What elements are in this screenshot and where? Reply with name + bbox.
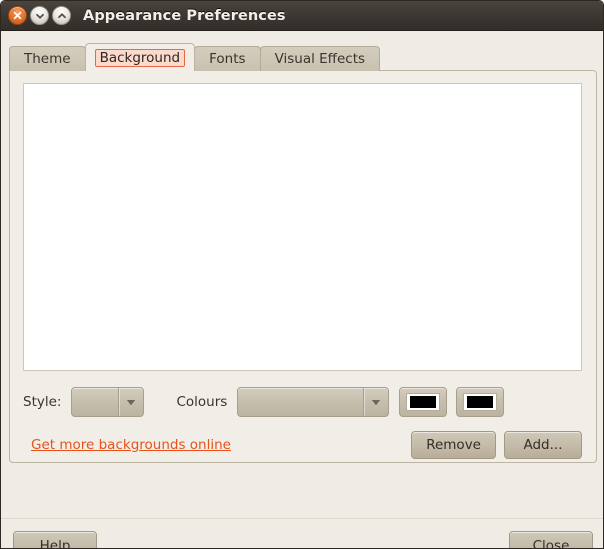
- help-button[interactable]: Help: [13, 531, 97, 548]
- close-window-icon[interactable]: [8, 6, 27, 25]
- background-actions-row: Get more backgrounds online Remove Add..…: [23, 431, 582, 459]
- secondary-colour-swatch-frame: [463, 393, 498, 411]
- close-button[interactable]: Close: [509, 531, 593, 548]
- primary-colour-swatch: [410, 396, 437, 408]
- chevron-down-icon: [118, 388, 143, 416]
- secondary-colour-button[interactable]: [456, 387, 505, 417]
- tab-strip: Theme Background Fonts Visual Effects: [9, 43, 381, 71]
- style-combobox-value: [72, 388, 118, 416]
- dialog-action-area: Help Close: [1, 524, 603, 548]
- tab-background[interactable]: Background: [84, 43, 196, 71]
- tab-visual-effects-label: Visual Effects: [274, 51, 366, 67]
- tab-fonts-label: Fonts: [209, 51, 246, 67]
- title-bar: Appearance Preferences: [1, 1, 603, 31]
- colours-combobox-value: [238, 388, 363, 416]
- tab-theme-label: Theme: [24, 51, 71, 67]
- style-combobox[interactable]: [71, 387, 145, 417]
- colours-label: Colours: [176, 394, 228, 410]
- tab-background-label: Background: [94, 48, 186, 67]
- add-button[interactable]: Add...: [504, 431, 582, 459]
- window-title: Appearance Preferences: [83, 7, 286, 24]
- tab-visual-effects[interactable]: Visual Effects: [259, 46, 381, 71]
- dialog-body: Theme Background Fonts Visual Effects St…: [1, 31, 603, 548]
- get-more-backgrounds-link[interactable]: Get more backgrounds online: [31, 437, 231, 453]
- style-label: Style:: [23, 394, 62, 410]
- tab-theme[interactable]: Theme: [9, 46, 86, 71]
- primary-colour-button[interactable]: [399, 387, 448, 417]
- minimize-window-icon[interactable]: [30, 6, 49, 25]
- wallpaper-list[interactable]: [23, 83, 582, 371]
- action-area-separator: [1, 518, 603, 519]
- appearance-preferences-window: Appearance Preferences Theme Background …: [0, 0, 604, 549]
- remove-button[interactable]: Remove: [411, 431, 496, 459]
- background-options-row: Style: Colours: [23, 386, 582, 418]
- background-tab-panel: Style: Colours Get more backgrounds onli…: [9, 70, 597, 463]
- maximize-window-icon[interactable]: [52, 6, 71, 25]
- wallpaper-buttons: Remove Add...: [411, 431, 582, 459]
- tab-fonts[interactable]: Fonts: [194, 46, 261, 71]
- secondary-colour-swatch: [467, 396, 494, 408]
- preferences-notebook: Theme Background Fonts Visual Effects St…: [9, 43, 597, 463]
- window-controls: [8, 6, 71, 25]
- chevron-down-icon: [363, 388, 388, 416]
- colours-combobox[interactable]: [237, 387, 390, 417]
- primary-colour-swatch-frame: [406, 393, 441, 411]
